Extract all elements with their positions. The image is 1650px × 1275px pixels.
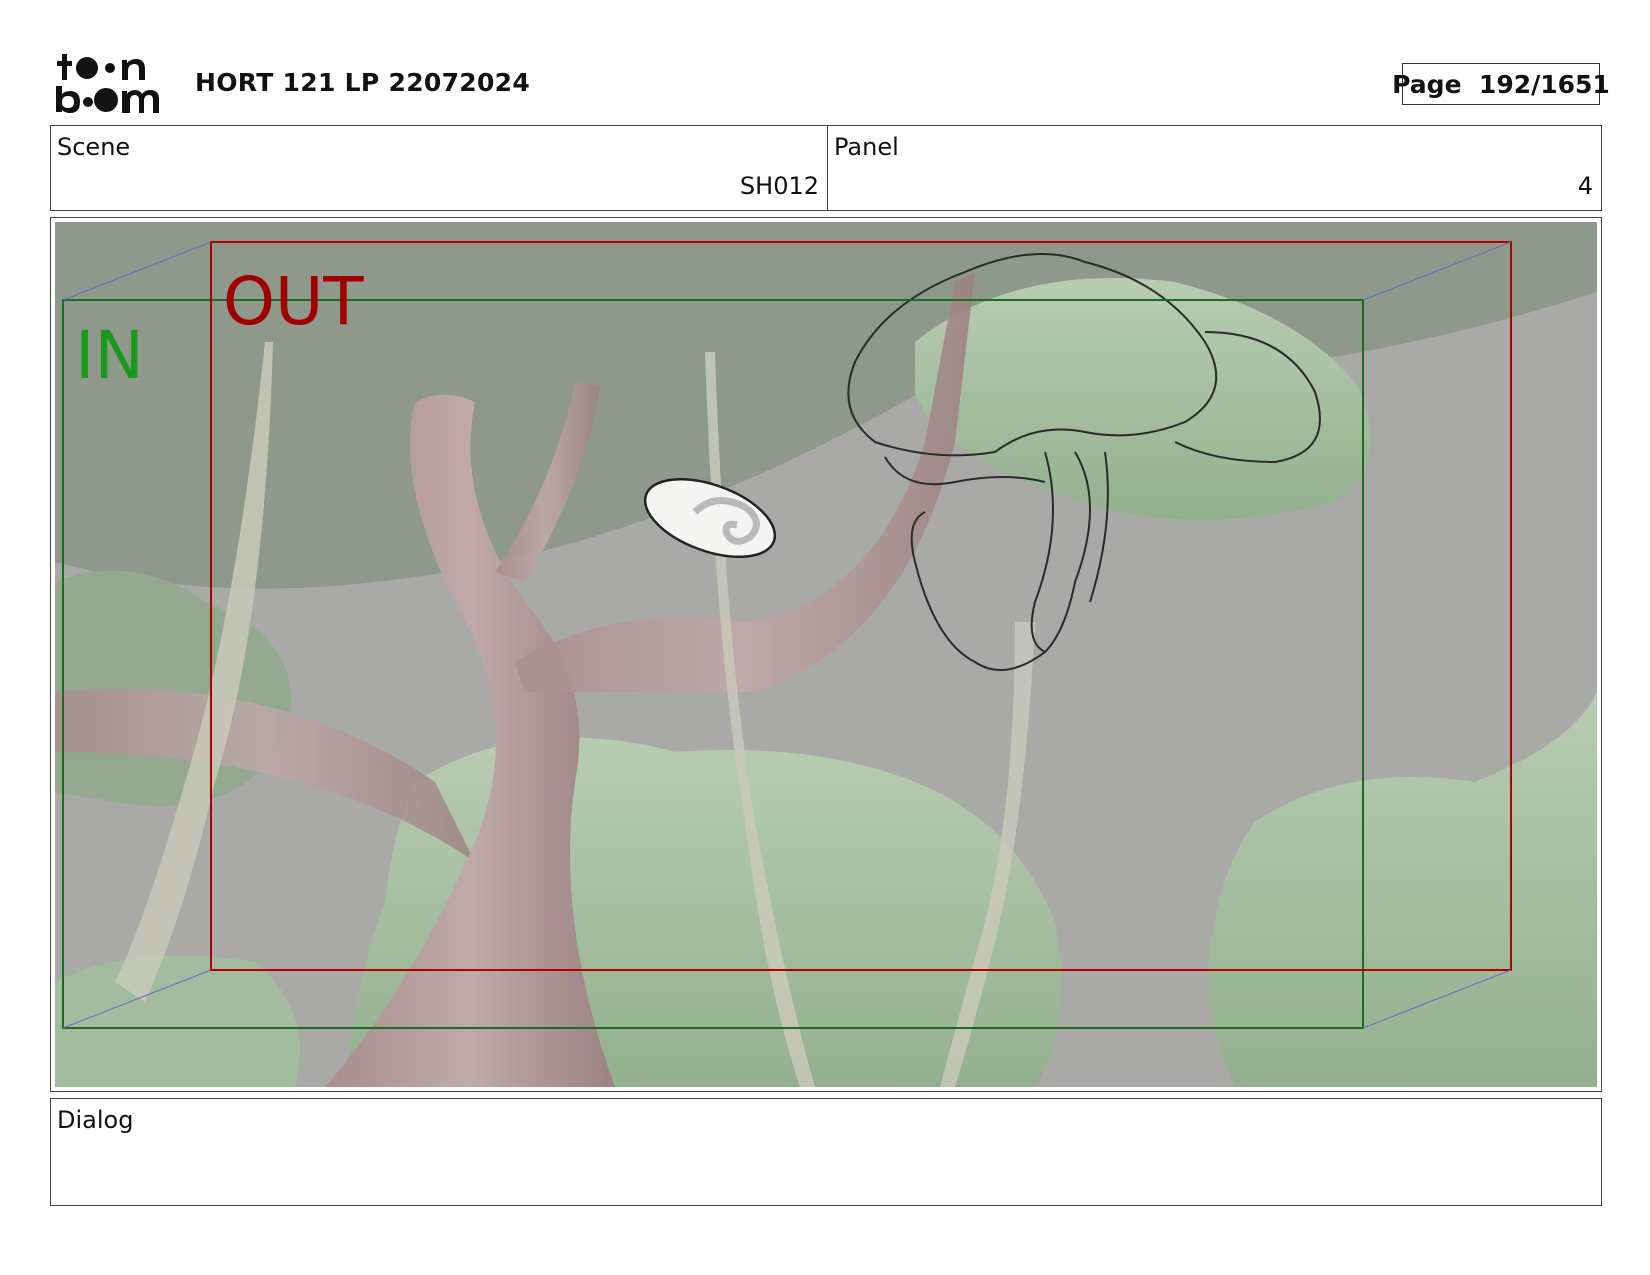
storyboard-panel-image: IN OUT <box>55 222 1597 1087</box>
panel-frame: IN OUT <box>50 217 1602 1092</box>
dialog-label: Dialog <box>57 1106 134 1134</box>
scene-label: Scene <box>57 133 131 161</box>
leaf-cluster-bottom-left <box>55 955 300 1087</box>
toon-boom-logo <box>56 54 159 113</box>
in-label: IN <box>75 317 144 394</box>
panel-label: Panel <box>834 133 899 161</box>
scene-cell: Scene SH012 <box>51 126 828 210</box>
out-label: OUT <box>223 263 364 340</box>
page-indicator: Page 192/1651 <box>1392 63 1610 105</box>
panel-value: 4 <box>1577 172 1593 200</box>
scene-value: SH012 <box>739 172 819 200</box>
project-title: HORT 121 LP 22072024 <box>195 68 531 97</box>
scene-panel-info: Scene SH012 Panel 4 <box>50 125 1602 211</box>
panel-cell: Panel 4 <box>828 126 1601 210</box>
dialog-box: Dialog <box>50 1098 1602 1206</box>
